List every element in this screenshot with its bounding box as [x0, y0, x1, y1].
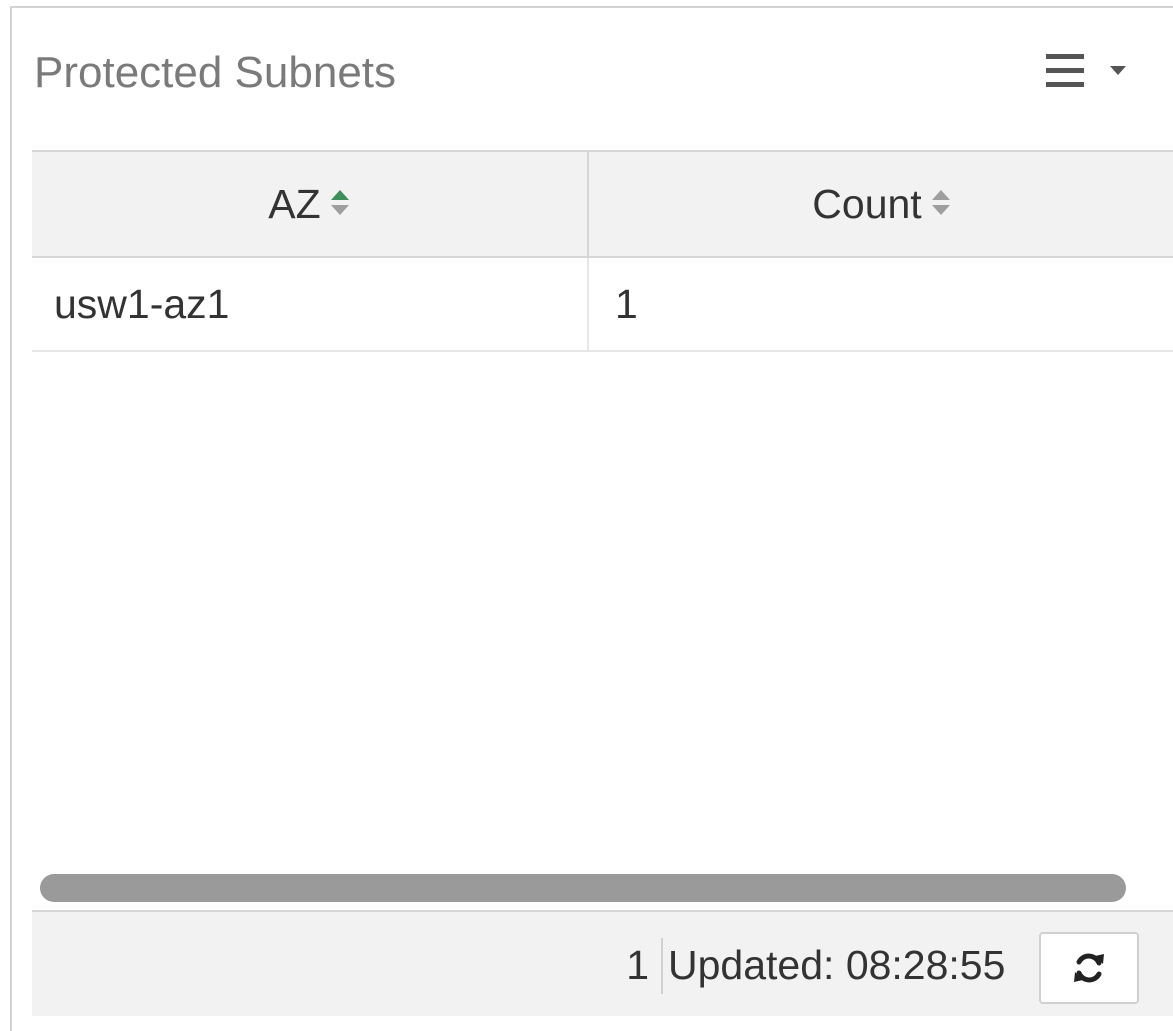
- cell-az: usw1-az1: [32, 258, 589, 350]
- widget-footer: 1 Updated: 08:28:55: [32, 910, 1173, 1016]
- updated-time: 08:28:55: [845, 942, 1006, 988]
- refresh-icon: [1074, 953, 1104, 983]
- column-header-az[interactable]: AZ: [32, 152, 589, 256]
- sort-ascending-icon: [329, 181, 351, 228]
- widget-menu-button[interactable]: [1042, 52, 1142, 92]
- sort-icon: [930, 181, 952, 228]
- protected-subnets-widget: Protected Subnets AZ Count usw1-az1 1 1 …: [10, 6, 1173, 1031]
- refresh-button[interactable]: [1039, 932, 1139, 1004]
- total-count: 1: [626, 942, 649, 988]
- subnets-table: AZ Count usw1-az1 1: [32, 150, 1173, 352]
- column-header-label: Count: [812, 180, 922, 227]
- last-updated: Updated: 08:28:55: [668, 942, 1005, 989]
- column-header-label: AZ: [268, 180, 321, 227]
- table-header: AZ Count: [32, 150, 1173, 258]
- hamburger-menu-icon: [1046, 54, 1126, 87]
- footer-divider: [661, 938, 663, 994]
- widget-title: Protected Subnets: [34, 48, 397, 97]
- horizontal-scrollbar[interactable]: [40, 874, 1126, 902]
- cell-count: 1: [615, 280, 638, 327]
- table-row[interactable]: usw1-az1 1: [32, 258, 1173, 352]
- updated-label: Updated:: [668, 942, 835, 988]
- caret-down-icon: [1110, 66, 1126, 75]
- column-header-count[interactable]: Count: [589, 152, 1173, 256]
